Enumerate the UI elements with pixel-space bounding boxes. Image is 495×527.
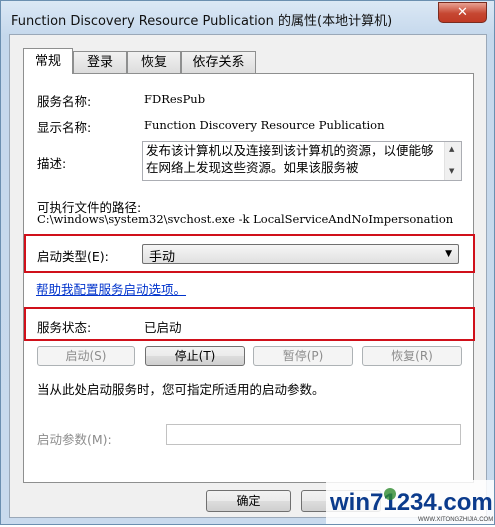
description-label: 描述: [37,156,67,171]
description-text: 发布该计算机以及连接到该计算机的资源，以便能够在网络上发现这些资源。如果该服务被 [146,143,434,175]
startup-type-value: 手动 [149,250,176,265]
watermark-text: win71234.com [329,489,493,516]
pause-button[interactable]: 暂停(P) [253,346,353,366]
service-status-value: 已启动 [144,320,182,335]
start-params-label: 启动参数(M): [37,432,112,447]
tab-logon[interactable]: 登录 [73,51,127,73]
scroll-up-icon[interactable]: ▲ [449,145,454,153]
watermark-logo: win71234.com WWW.XITONGZHIJIA.COM [326,474,494,524]
window-title: Function Discovery Resource Publication … [11,14,393,29]
startup-type-label: 启动类型(E): [37,249,109,264]
tab-label: 依存关系 [192,55,245,70]
chevron-down-icon: ▼ [445,249,452,259]
title-bar[interactable]: Function Discovery Resource Publication … [1,1,494,35]
help-configure-link[interactable]: 帮助我配置服务启动选项。 [36,279,186,298]
service-status-label: 服务状态: [37,320,92,335]
tab-dependencies[interactable]: 依存关系 [181,51,256,73]
stop-button-label: 停止(T) [174,349,216,363]
exe-path-value[interactable]: C:\windows\system32\svchost.exe -k Local… [37,212,473,228]
close-icon: ✕ [457,5,468,20]
pause-button-label: 暂停(P) [282,349,324,363]
tab-label: 登录 [86,55,113,70]
description-scrollbar[interactable]: ▲ ▼ [444,142,461,180]
service-name-label: 服务名称: [37,94,92,109]
resume-button[interactable]: 恢复(R) [362,346,462,366]
start-button-label: 启动(S) [65,349,107,363]
service-name-value[interactable]: FDResPub [144,92,205,106]
scroll-down-icon[interactable]: ▼ [449,167,454,175]
tab-general[interactable]: 常规 [23,48,73,74]
watermark-small-text: WWW.XITONGZHIJIA.COM [418,517,493,523]
watermark-graphic: win71234.com WWW.XITONGZHIJIA.COM [326,480,494,524]
description-box[interactable]: 发布该计算机以及连接到该计算机的资源，以便能够在网络上发现这些资源。如果该服务被… [142,141,462,181]
tab-recovery[interactable]: 恢复 [127,51,181,73]
ok-button[interactable]: 确定 [206,490,291,512]
startup-type-select[interactable]: 手动 ▼ [142,244,459,265]
close-button[interactable]: ✕ [438,2,487,23]
properties-dialog: Function Discovery Resource Publication … [0,0,495,525]
resume-button-label: 恢复(R) [391,349,433,363]
stop-button[interactable]: 停止(T) [145,346,245,366]
ok-button-label: 确定 [236,494,261,508]
start-params-hint: 当从此处启动服务时，您可指定所适用的启动参数。 [37,382,325,397]
tab-label: 恢复 [140,55,167,70]
tab-label: 常规 [34,54,61,69]
start-params-input[interactable] [166,424,461,445]
display-name-label: 显示名称: [37,120,92,135]
service-status-highlight [24,307,475,341]
display-name-value[interactable]: Function Discovery Resource Publication [144,118,385,132]
start-button[interactable]: 启动(S) [37,346,135,366]
